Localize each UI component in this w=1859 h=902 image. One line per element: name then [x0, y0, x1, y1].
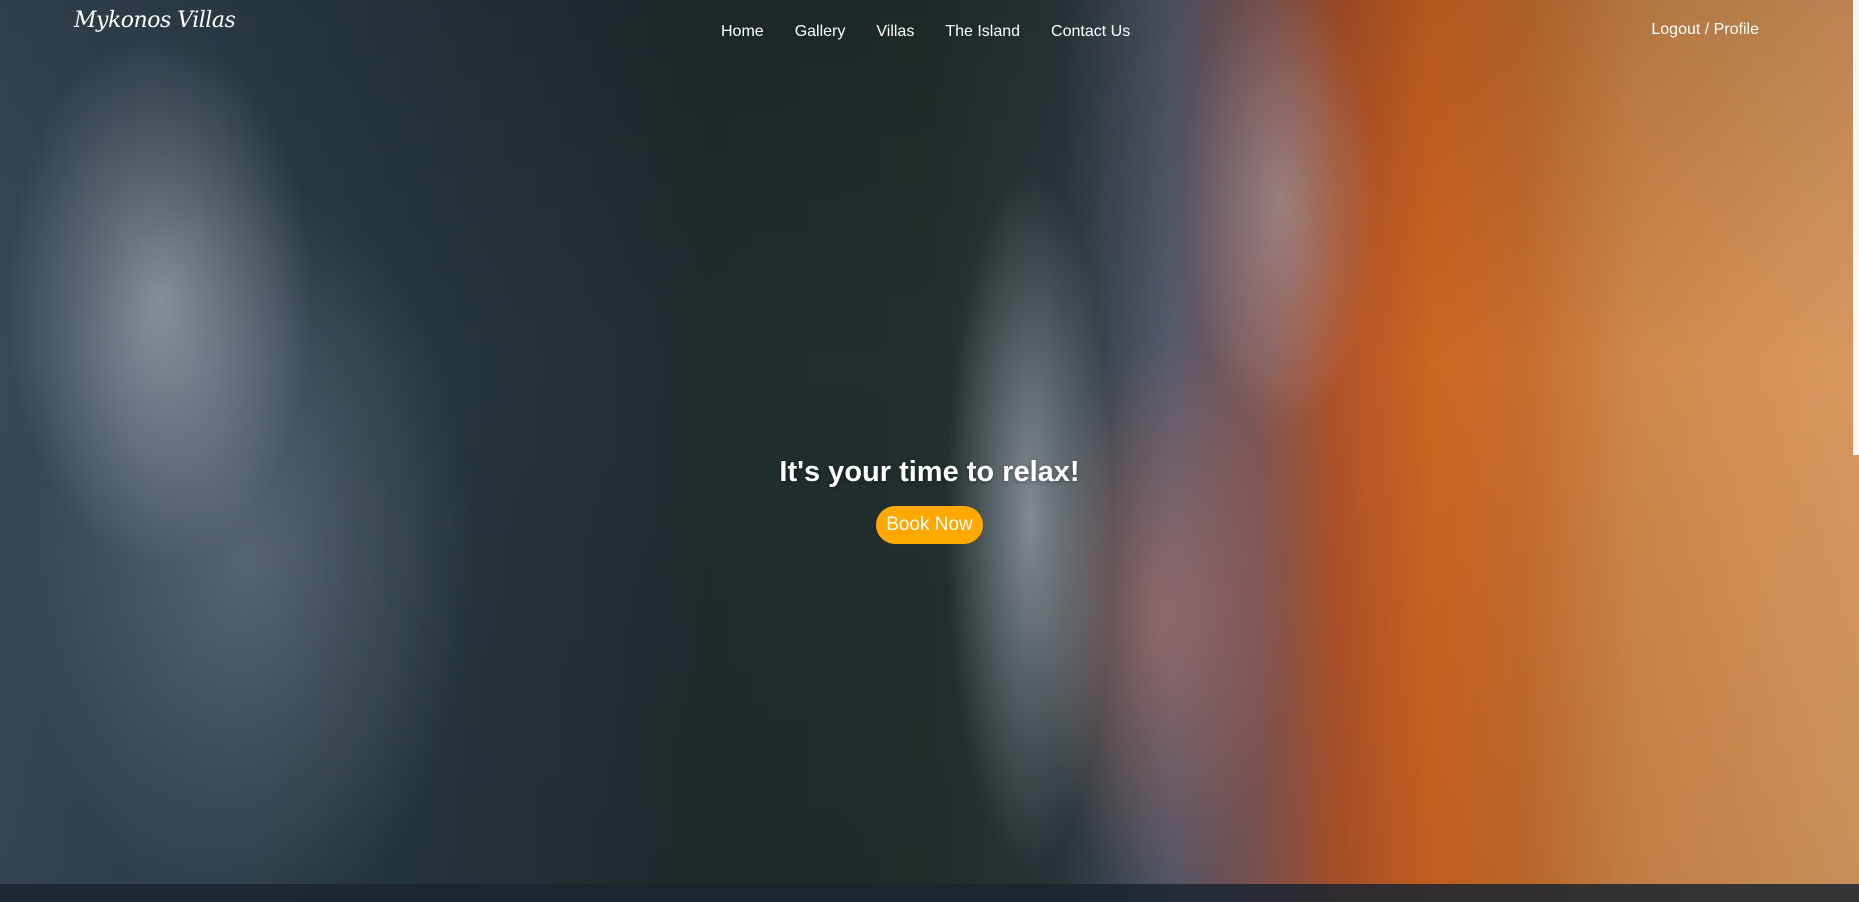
- nav-link-villas[interactable]: Villas: [876, 23, 914, 40]
- hero-overlay: [0, 0, 1859, 902]
- menu-item-contact-us: Contact Us: [1051, 21, 1130, 41]
- nav-link-home[interactable]: Home: [721, 23, 764, 40]
- nav-link-gallery[interactable]: Gallery: [795, 23, 846, 40]
- hero-bottom-edge: [0, 884, 1859, 902]
- hero-headline: It's your time to relax!: [779, 456, 1080, 488]
- main-menu: Home Gallery Villas The Island Contact U…: [721, 21, 1130, 41]
- hero-section: Mykonos Villas Home Gallery Villas The I…: [0, 0, 1859, 902]
- top-navigation: Mykonos Villas Home Gallery Villas The I…: [0, 0, 1859, 60]
- book-now-button[interactable]: Book Now: [876, 506, 983, 544]
- scrollbar-thumb[interactable]: [1853, 0, 1859, 455]
- menu-item-gallery: Gallery: [795, 21, 846, 41]
- logout-profile-link[interactable]: Logout / Profile: [1651, 21, 1759, 39]
- menu-item-the-island: The Island: [945, 21, 1020, 41]
- site-logo[interactable]: Mykonos Villas: [74, 8, 236, 33]
- menu-item-villas: Villas: [876, 21, 914, 41]
- nav-link-contact-us[interactable]: Contact Us: [1051, 23, 1130, 40]
- menu-item-home: Home: [721, 21, 764, 41]
- nav-link-the-island[interactable]: The Island: [945, 23, 1020, 40]
- hero-content: It's your time to relax! Book Now: [0, 456, 1859, 544]
